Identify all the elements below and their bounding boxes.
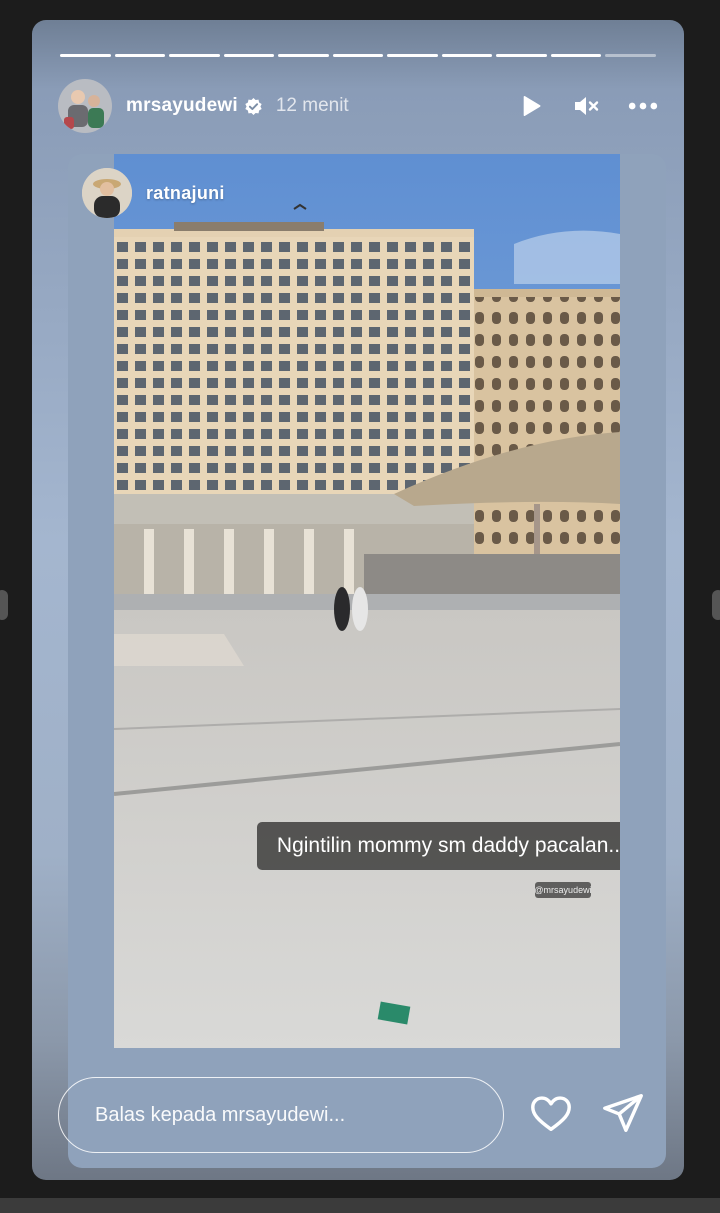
progress-segment <box>387 54 438 57</box>
progress-segment <box>169 54 220 57</box>
author-username[interactable]: mrsayudewi <box>126 95 238 117</box>
story-viewer: mrsayudewi 12 menit Ngintilin mommy sm d… <box>32 20 684 1180</box>
next-story-arrow[interactable] <box>712 590 720 620</box>
progress-segment <box>441 54 493 57</box>
story-header: mrsayudewi 12 menit <box>58 78 658 134</box>
author-avatar[interactable] <box>58 79 112 133</box>
story-controls <box>516 91 658 121</box>
send-icon[interactable] <box>600 1090 646 1136</box>
repost-header: ratnajuni <box>82 168 225 218</box>
story-caption: Ngintilin mommy sm daddy pacalan.. <box>257 822 620 870</box>
repost-author-username[interactable]: ratnajuni <box>146 183 225 204</box>
play-icon[interactable] <box>516 91 546 121</box>
bottom-edge <box>0 1198 720 1213</box>
reply-input[interactable] <box>93 1102 477 1128</box>
repost-author-avatar[interactable] <box>82 168 132 218</box>
story-watermark: @mrsayudewi <box>534 882 592 898</box>
heart-icon[interactable] <box>528 1090 574 1136</box>
progress-segment <box>496 54 547 57</box>
story-photo: Ngintilin mommy sm daddy pacalan.. @mrsa… <box>114 154 620 1048</box>
reply-field-container[interactable] <box>58 1077 504 1153</box>
muted-speaker-icon[interactable] <box>572 91 602 121</box>
story-time-ago: 12 menit <box>275 95 349 116</box>
story-progress-bar <box>60 54 657 57</box>
progress-segment <box>114 54 166 57</box>
progress-segment <box>332 54 384 57</box>
progress-segment <box>60 54 111 57</box>
reposted-story-card[interactable]: Ngintilin mommy sm daddy pacalan.. @mrsa… <box>68 154 666 1168</box>
progress-segment <box>278 54 329 57</box>
more-horizontal-icon[interactable] <box>628 91 658 121</box>
progress-segment <box>223 54 275 57</box>
progress-segment <box>605 54 657 57</box>
progress-segment <box>550 54 602 57</box>
previous-story-arrow[interactable] <box>0 590 8 620</box>
verified-badge-icon <box>244 97 263 116</box>
